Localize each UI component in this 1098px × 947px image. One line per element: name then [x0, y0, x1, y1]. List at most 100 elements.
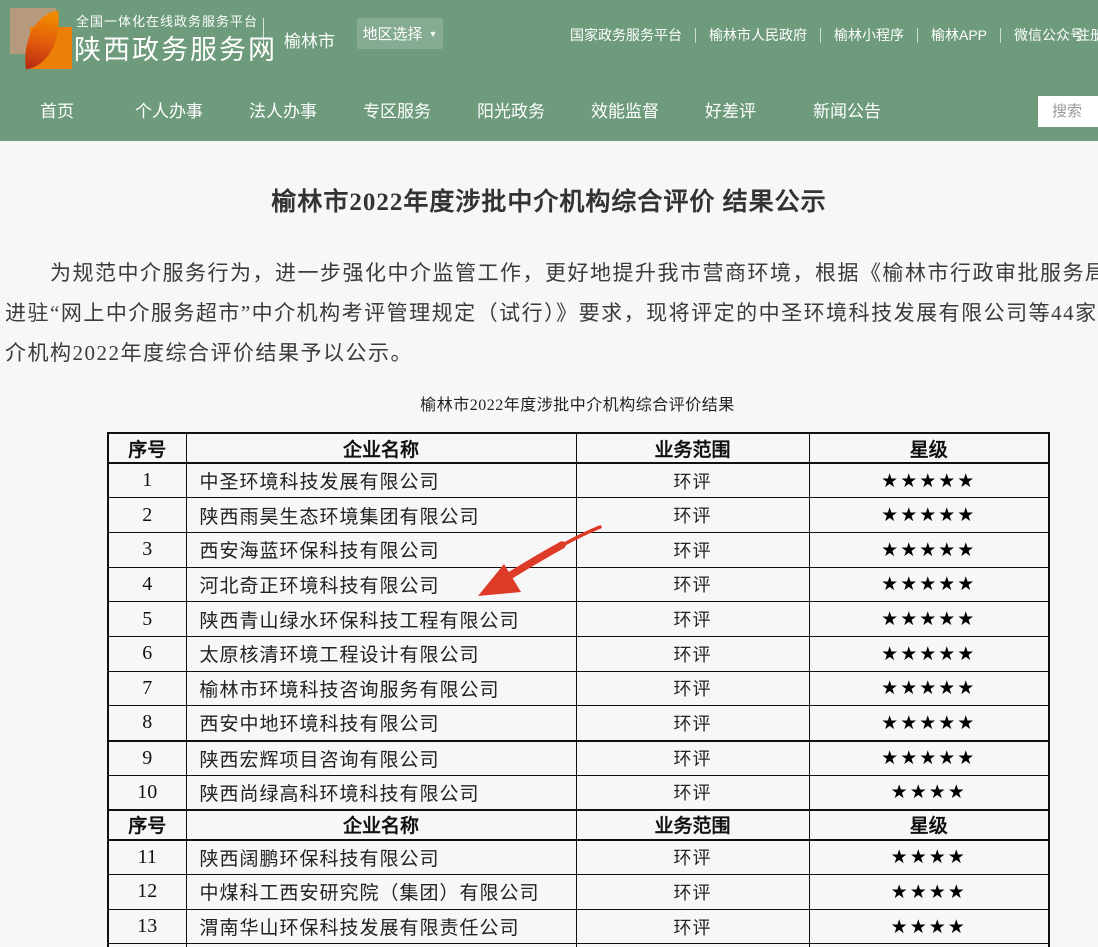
- cell-no: 6: [108, 636, 186, 671]
- column-header: 企业名称: [186, 810, 576, 840]
- nav-item[interactable]: 法人办事: [249, 97, 317, 122]
- cell-business-scope: 环评: [576, 706, 809, 741]
- quick-link[interactable]: 榆林APP: [931, 25, 987, 45]
- cell-no: 13: [108, 909, 186, 944]
- main-nav: 首页 个人办事 法人办事 专区服务 阳光政务 效能监督 好差评 新闻公告: [40, 88, 881, 130]
- cell-no: 12: [108, 875, 186, 910]
- link-separator: [695, 28, 696, 43]
- cell-company-name: 陕西青山绿水环保科技工程有限公司: [186, 602, 576, 637]
- cell-business-scope: 环评: [576, 498, 809, 533]
- cell-company-name: 榆林市环境科技咨询服务有限公司: [186, 671, 576, 706]
- register-link[interactable]: 注册: [1076, 25, 1098, 45]
- cell-company-name: 陕西尚绿高科环境科技有限公司: [186, 775, 576, 810]
- quick-link[interactable]: 微信公众号: [1014, 25, 1084, 45]
- link-separator: [820, 28, 821, 43]
- table-row: 11陕西阔鹏环保科技有限公司环评★★★★: [108, 840, 1049, 875]
- cell-company-name: 渭南华山环保科技发展有限责任公司: [186, 909, 576, 944]
- cell-business-scope: 环评: [576, 463, 809, 498]
- cell-no: 1: [108, 463, 186, 498]
- cell-business-scope: 环评: [576, 840, 809, 875]
- cell-company-name: 河北奇正环境科技有限公司: [186, 567, 576, 602]
- nav-item[interactable]: 首页: [40, 97, 74, 122]
- table-row: 9陕西宏辉项目咨询有限公司环评★★★★★: [108, 741, 1049, 776]
- quick-link[interactable]: 榆林市人民政府: [709, 25, 807, 45]
- cell-no: 7: [108, 671, 186, 706]
- region-selector-label: 地区选择: [363, 23, 423, 44]
- column-header: 序号: [108, 810, 186, 840]
- cell-star-rating: ★★★★★: [809, 741, 1049, 776]
- link-separator: [917, 28, 918, 43]
- current-city-label: 榆林市: [284, 27, 335, 52]
- cell-business-scope: 环评: [576, 875, 809, 910]
- cell-business-scope: 环评: [576, 775, 809, 810]
- nav-item[interactable]: 专区服务: [363, 97, 431, 122]
- site-name: 陕西政务服务网: [74, 28, 277, 67]
- cell-no: 11: [108, 840, 186, 875]
- column-header: 星级: [809, 810, 1049, 840]
- eval-table: 序号企业名称业务范围星级1中圣环境科技发展有限公司环评★★★★★2陕西雨昊生态环…: [107, 432, 1050, 947]
- cell-business-scope: 环评: [576, 909, 809, 944]
- cell-company-name: 中圣环境科技发展有限公司: [186, 463, 576, 498]
- nav-item[interactable]: 个人办事: [135, 97, 203, 122]
- paragraph-line: 为规范中介服务行为，进一步强化中介监管工作，更好地提升我市营商环境，根据《榆林市…: [5, 253, 1098, 293]
- search-input[interactable]: [1038, 96, 1098, 127]
- eval-table-body: 序号企业名称业务范围星级1中圣环境科技发展有限公司环评★★★★★2陕西雨昊生态环…: [108, 433, 1049, 947]
- cell-company-name: 陕西宏辉项目咨询有限公司: [186, 741, 576, 776]
- cell-star-rating: ★★★★★: [809, 636, 1049, 671]
- cell-business-scope: 环评: [576, 567, 809, 602]
- cell-star-rating: ★★★★★: [809, 463, 1049, 498]
- table-row: 10陕西尚绿高科环境科技有限公司环评★★★★: [108, 775, 1049, 810]
- cell-company-name: 太原核清环境工程设计有限公司: [186, 636, 576, 671]
- cell-company-name: 西安中地环境科技有限公司: [186, 706, 576, 741]
- cell-business-scope: 环评: [576, 741, 809, 776]
- cell-no: 9: [108, 741, 186, 776]
- nav-item[interactable]: 新闻公告: [813, 97, 881, 122]
- cell-no: 3: [108, 532, 186, 567]
- cell-star-rating: ★★★★: [809, 875, 1049, 910]
- table-row: 12中煤科工西安研究院（集团）有限公司环评★★★★: [108, 875, 1049, 910]
- cell-no: 8: [108, 706, 186, 741]
- cell-business-scope: 环评: [576, 532, 809, 567]
- nav-item[interactable]: 阳光政务: [477, 97, 545, 122]
- cell-company-name: 陕西阔鹏环保科技有限公司: [186, 840, 576, 875]
- table-row: 3西安海蓝环保科技有限公司环评★★★★★: [108, 532, 1049, 567]
- cell-star-rating: ★★★★: [809, 909, 1049, 944]
- quick-link[interactable]: 榆林小程序: [834, 25, 904, 45]
- cell-business-scope: 环评: [576, 671, 809, 706]
- cell-star-rating: ★★★★★: [809, 498, 1049, 533]
- cell-star-rating: ★★★★: [809, 840, 1049, 875]
- cell-business-scope: 环评: [576, 636, 809, 671]
- cell-company-name: 中煤科工西安研究院（集团）有限公司: [186, 875, 576, 910]
- paragraph-line: 介机构2022年度综合评价结果予以公示。: [5, 333, 1098, 373]
- cell-star-rating: ★★★★★: [809, 671, 1049, 706]
- notice-document: 榆林市2022年度涉批中介机构综合评价 结果公示 为规范中介服务行为，进一步强化…: [0, 141, 1098, 947]
- table-caption: 榆林市2022年度涉批中介机构综合评价结果: [107, 391, 1048, 415]
- table-row: 5陕西青山绿水环保科技工程有限公司环评★★★★★: [108, 602, 1049, 637]
- nav-item[interactable]: 效能监督: [591, 97, 659, 122]
- nav-item[interactable]: 好差评: [705, 97, 756, 122]
- cell-star-rating: ★★★★★: [809, 602, 1049, 637]
- table-row: 6太原核清环境工程设计有限公司环评★★★★★: [108, 636, 1049, 671]
- cell-company-name: 陕西雨昊生态环境集团有限公司: [186, 498, 576, 533]
- table-row: 1中圣环境科技发展有限公司环评★★★★★: [108, 463, 1049, 498]
- cell-star-rating: ★★★★★: [809, 567, 1049, 602]
- table-row: 7榆林市环境科技咨询服务有限公司环评★★★★★: [108, 671, 1049, 706]
- table-header-row: 序号企业名称业务范围星级: [108, 810, 1049, 840]
- table-header-row: 序号企业名称业务范围星级: [108, 433, 1049, 463]
- cell-star-rating: ★★★★★: [809, 532, 1049, 567]
- site-logo: [8, 7, 70, 69]
- region-selector-button[interactable]: 地区选择 ▼: [357, 18, 443, 49]
- column-header: 序号: [108, 433, 186, 463]
- cell-business-scope: 环评: [576, 602, 809, 637]
- cell-no: 5: [108, 602, 186, 637]
- top-header-bar: 全国一体化在线政务服务平台 陕西政务服务网 榆林市 地区选择 ▼ 国家政务服务平…: [0, 0, 1098, 141]
- paragraph-line: 进驻“网上中介服务超市”中介机构考评管理规定（试行）》要求，现将评定的中圣环境科…: [5, 293, 1098, 333]
- quick-links: 国家政务服务平台 榆林市人民政府 榆林小程序 榆林APP 微信公众号: [570, 25, 1084, 45]
- cell-company-name: 西安海蓝环保科技有限公司: [186, 532, 576, 567]
- cell-no: 2: [108, 498, 186, 533]
- header-divider: [263, 18, 264, 56]
- column-header: 业务范围: [576, 433, 809, 463]
- column-header: 业务范围: [576, 810, 809, 840]
- caret-down-icon: ▼: [429, 29, 438, 39]
- quick-link[interactable]: 国家政务服务平台: [570, 25, 682, 45]
